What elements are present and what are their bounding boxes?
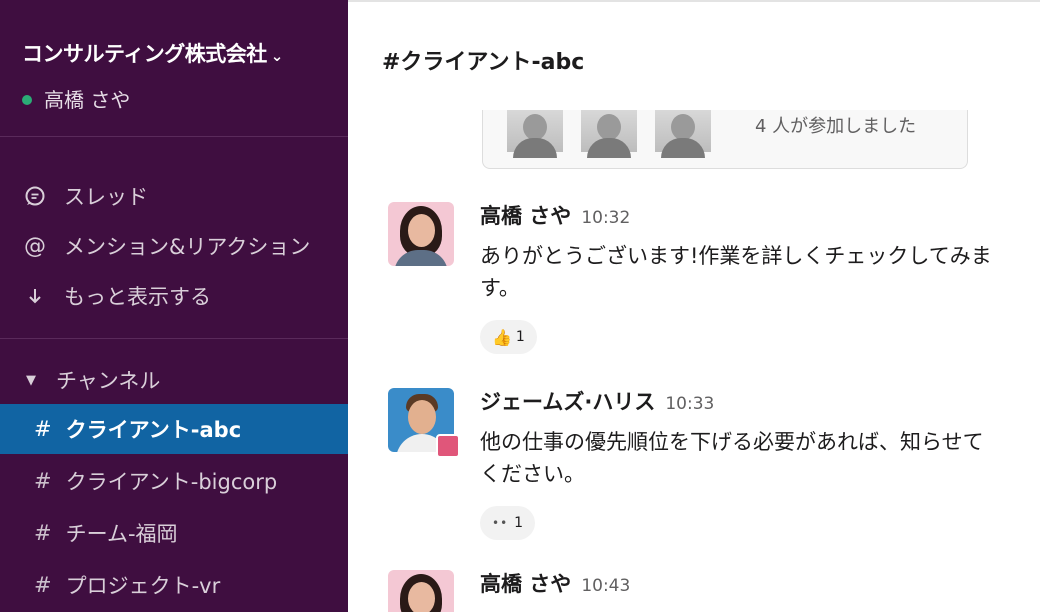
channels-section-label: チャンネル xyxy=(56,369,161,393)
nav-mentions-label: メンション&リアクション xyxy=(64,235,311,259)
hash-icon: # xyxy=(34,469,52,493)
nav-threads-label: スレッド xyxy=(64,185,148,209)
arrow-down-icon xyxy=(22,287,48,305)
channel-name: クライアント-bigcorp xyxy=(65,470,278,494)
top-border xyxy=(348,0,1040,2)
avatar xyxy=(507,110,563,158)
slack-app: コンサルティング株式会社 ⌄ 高橋 さや スレッド @ メンション&リアクション … xyxy=(0,0,1040,612)
workspace-name: コンサルティング株式会社 xyxy=(22,42,267,66)
hash-icon: # xyxy=(34,573,52,597)
message-meta: 高橋 さや 10:32 xyxy=(480,200,630,230)
join-notice-card: 4 人が参加しました xyxy=(482,110,968,169)
sidebar: コンサルティング株式会社 ⌄ 高橋 さや スレッド @ メンション&リアクション … xyxy=(0,0,348,612)
thread-icon xyxy=(22,185,48,207)
channel-title[interactable]: #クライアント-abc xyxy=(382,44,584,76)
channel-item-team-fukuoka[interactable]: # チーム-福岡 xyxy=(0,508,348,558)
caret-down-icon: ▼ xyxy=(26,372,36,388)
message-text: 他の仕事の優先順位を下げる必要があれば、知らせてください。 xyxy=(480,430,984,486)
current-user[interactable]: 高橋 さや xyxy=(22,84,130,113)
at-icon: @ xyxy=(24,233,46,259)
reaction-pill[interactable]: •• 1 xyxy=(480,506,536,540)
channel-name: クライアント-abc xyxy=(65,418,242,442)
message-author[interactable]: 高橋 さや xyxy=(480,572,571,596)
nav-threads[interactable]: スレッド xyxy=(22,176,148,216)
channels-section-toggle[interactable]: ▼ チャンネル xyxy=(22,360,160,400)
message-meta: 高橋 さや 10:43 xyxy=(480,568,630,598)
message-author[interactable]: 高橋 さや xyxy=(480,204,571,228)
channel-name: プロジェクト-vr xyxy=(65,574,221,598)
reaction-pill[interactable]: 👍 1 xyxy=(480,320,537,354)
current-user-name: 高橋 さや xyxy=(44,88,131,112)
avatar xyxy=(581,110,637,158)
nav-show-more-label: もっと表示する xyxy=(64,285,211,309)
channel-item-project-vr[interactable]: # プロジェクト-vr xyxy=(0,560,348,610)
message-time[interactable]: 10:32 xyxy=(581,208,630,228)
eyes-icon: •• xyxy=(492,516,509,530)
thumbs-up-icon: 👍 xyxy=(492,327,512,347)
hash-icon: # xyxy=(34,417,52,441)
message-author[interactable]: ジェームズ·ハリス xyxy=(480,390,655,414)
message-pane: #クライアント-abc 4 人が参加しました 高橋 さや 10:32 ありがとうご… xyxy=(348,0,1040,612)
avatar[interactable] xyxy=(388,202,454,266)
sidebar-divider xyxy=(0,136,348,137)
channel-item-client-bigcorp[interactable]: # クライアント-bigcorp xyxy=(0,456,348,506)
status-badge xyxy=(436,434,460,458)
avatar xyxy=(655,110,711,158)
message-time[interactable]: 10:33 xyxy=(665,394,714,414)
workspace-switcher[interactable]: コンサルティング株式会社 ⌄ xyxy=(22,38,283,68)
avatar[interactable] xyxy=(388,570,454,612)
channel-name: チーム-福岡 xyxy=(65,522,178,546)
sidebar-divider xyxy=(0,338,348,339)
presence-dot xyxy=(22,94,32,105)
reaction-count: 1 xyxy=(514,515,524,531)
message-meta: ジェームズ·ハリス 10:33 xyxy=(480,386,714,416)
message-text: ありがとうございます!作業を詳しくチェックしてみます。 xyxy=(480,244,992,300)
hash-icon: # xyxy=(34,521,52,545)
channel-item-client-abc[interactable]: # クライアント-abc xyxy=(0,404,348,454)
reaction-count: 1 xyxy=(515,329,525,345)
chevron-down-icon: ⌄ xyxy=(270,47,284,65)
message-time[interactable]: 10:43 xyxy=(581,576,630,596)
nav-mentions-reactions[interactable]: @ メンション&リアクション xyxy=(22,226,310,266)
join-notice-text: 4 人が参加しました xyxy=(755,116,917,137)
nav-show-more[interactable]: もっと表示する xyxy=(22,276,211,316)
